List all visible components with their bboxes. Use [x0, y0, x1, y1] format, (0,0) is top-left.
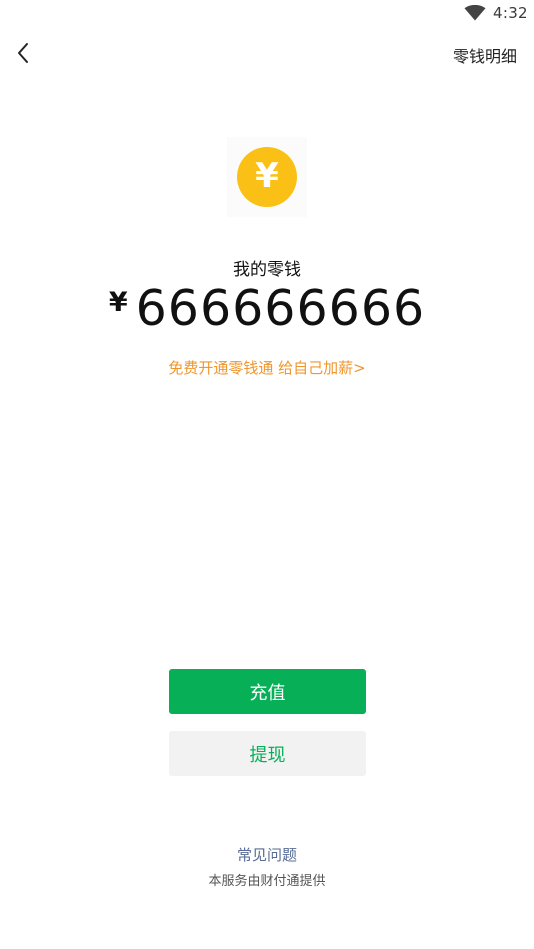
balance-amount: 666666666	[135, 280, 426, 337]
faq-link[interactable]: 常见问题	[0, 844, 534, 865]
wallet-balance-screen: 4:32 零钱明细 ¥ 我的零钱 ¥666666666 免费开通零钱通 给自己加…	[0, 0, 534, 949]
balance-label: 我的零钱	[233, 260, 301, 280]
withdraw-button[interactable]: 提现	[169, 731, 366, 776]
wifi-icon	[464, 4, 486, 21]
balance-detail-link[interactable]: 零钱明细	[453, 43, 517, 67]
yuan-coin-icon: ¥	[237, 147, 297, 207]
coin-glyph: ¥	[255, 156, 279, 196]
coin-icon-container: ¥	[227, 137, 307, 217]
recharge-button[interactable]: 充值	[169, 669, 366, 714]
balance-amount-row: ¥666666666	[0, 278, 534, 340]
status-bar: 4:32	[0, 0, 534, 30]
status-time: 4:32	[493, 4, 528, 22]
provider-note: 本服务由财付通提供	[208, 874, 326, 889]
back-button[interactable]	[8, 40, 38, 70]
chevron-left-icon	[16, 42, 30, 68]
promo-link[interactable]: 免费开通零钱通 给自己加薪>	[0, 357, 534, 378]
currency-symbol: ¥	[108, 287, 128, 318]
